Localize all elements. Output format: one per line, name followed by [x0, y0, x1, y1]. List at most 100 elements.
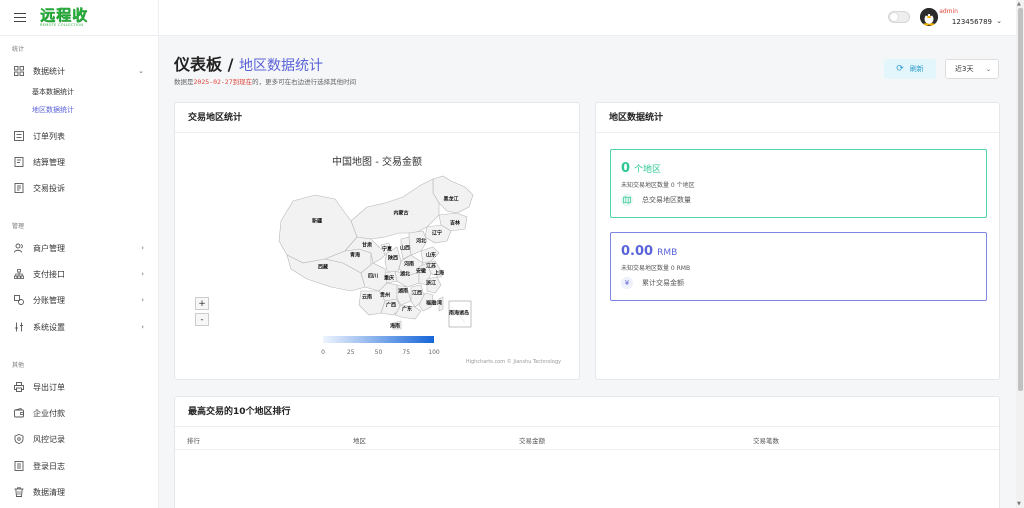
scroll-up-arrow-icon[interactable]: ▲	[1017, 1, 1021, 7]
split-icon	[14, 295, 24, 305]
sidebar-item-data-stats[interactable]: 数据统计 ⌄	[0, 62, 158, 80]
province-label: 台湾	[431, 300, 443, 307]
amount-total-footer: ¥ 累计交易金额	[621, 277, 684, 289]
scroll-thumb[interactable]	[1017, 8, 1023, 391]
desc-now: 到现在	[232, 78, 253, 86]
amount-total-value: 0.00 RMB	[621, 244, 677, 259]
region-count-unit: 个地区	[634, 165, 662, 175]
sidebar-sub-region-stats[interactable]: 地区数据统计	[32, 104, 74, 116]
top-header: admin 123456789 ⌄	[159, 0, 1016, 36]
logo-text: 远程收	[40, 5, 89, 24]
zoom-in-button[interactable]: +	[195, 297, 209, 310]
logo-subtitle: REMOTE COLLECTION	[40, 22, 84, 27]
sidebar-item-label: 数据统计	[33, 66, 65, 76]
users-icon	[14, 243, 24, 253]
theme-toggle[interactable]	[888, 11, 910, 23]
region-count-number: 0	[621, 161, 631, 176]
chevron-right-icon: ›	[141, 244, 144, 252]
avatar[interactable]	[920, 8, 938, 26]
column-region[interactable]: 地区	[353, 435, 366, 445]
refresh-button[interactable]: ⟳ 刷新	[884, 59, 936, 79]
province-label: 西藏	[317, 264, 329, 271]
region-count-box: 0 个地区 未知交易地区数量 0 个地区 总交易地区数量	[610, 149, 987, 218]
page-title: 仪表板 / 地区数据统计	[174, 51, 323, 75]
ranking-table-header: 排行 地区 交易金额 交易笔数	[175, 430, 999, 450]
legend-tick-label: 75	[402, 349, 411, 356]
province-label: 上海	[433, 270, 445, 277]
province-label: 青海	[349, 252, 361, 259]
page-scrollbar[interactable]: ▲ ▼	[1016, 0, 1024, 508]
ranking-card-title: 最高交易的10个地区排行	[175, 397, 999, 427]
list-icon	[14, 131, 24, 141]
menu-toggle-icon[interactable]	[14, 13, 26, 22]
sidebar-item-label: 交易投诉	[33, 183, 65, 193]
chevron-right-icon: ›	[141, 323, 144, 331]
sidebar-item-enterprise-pay[interactable]: 企业付款	[0, 404, 158, 422]
region-count-label: 总交易地区数量	[642, 196, 691, 204]
province-label: 山东	[425, 252, 437, 259]
printer-icon	[14, 382, 24, 392]
section-label-other: 其他	[12, 362, 25, 369]
user-id[interactable]: 123456789	[952, 18, 992, 26]
sidebar-item-merchants[interactable]: 商户管理 ›	[0, 239, 158, 257]
province-label: 宁夏	[381, 246, 393, 253]
province-label: 甘肃	[361, 242, 373, 249]
date-range-value: 近3天	[955, 65, 974, 73]
sidebar-item-settlement[interactable]: 结算管理	[0, 153, 158, 171]
chevron-down-icon: ⌄	[985, 65, 991, 73]
province-label: 辽宁	[431, 230, 443, 237]
amount-total-subtext: 未知交易地区数量 0 RMB	[621, 265, 691, 272]
sidebar-item-split[interactable]: 分账管理 ›	[0, 291, 158, 309]
section-label-stats: 统计	[12, 46, 25, 53]
province-label: 重庆	[383, 275, 395, 282]
amount-total-box: 0.00 RMB 未知交易地区数量 0 RMB ¥ 累计交易金额	[610, 232, 987, 301]
region-count-value: 0 个地区	[621, 161, 661, 176]
logo[interactable]: 远程收 REMOTE COLLECTION	[40, 5, 89, 28]
column-amount[interactable]: 交易金额	[519, 435, 545, 445]
sidebar-item-orders[interactable]: 订单列表	[0, 127, 158, 145]
region-count-subtext: 未知交易地区数量 0 个地区	[621, 182, 695, 189]
amount-total-number: 0.00	[621, 244, 654, 259]
log-icon	[14, 461, 24, 471]
sidebar-item-risk-control[interactable]: 风控记录	[0, 430, 158, 448]
file-text-icon	[14, 183, 24, 193]
sidebar-sub-basic-stats[interactable]: 基本数据统计	[32, 86, 74, 98]
ranking-card: 最高交易的10个地区排行 排行 地区 交易金额 交易笔数	[174, 396, 1000, 508]
chevron-right-icon: ›	[141, 270, 144, 278]
province-label: 云南	[361, 294, 373, 301]
page-title-main: 仪表板	[174, 55, 223, 74]
amount-total-unit: RMB	[657, 248, 678, 258]
chevron-down-icon: ⌄	[138, 67, 144, 75]
sidebar-item-system-settings[interactable]: 系统设置 ›	[0, 318, 158, 336]
date-range-select[interactable]: 近3天 ⌄	[945, 59, 999, 79]
region-count-footer: 总交易地区数量	[621, 194, 691, 206]
document-icon	[14, 157, 24, 167]
amount-total-label: 累计交易金额	[642, 279, 684, 287]
wallet-icon	[14, 408, 24, 418]
sidebar-item-export-orders[interactable]: 导出订单	[0, 378, 158, 396]
sidebar-item-login-log[interactable]: 登录日志	[0, 457, 158, 475]
sidebar-item-complaints[interactable]: 交易投诉	[0, 179, 158, 197]
map-icon	[621, 194, 633, 206]
refresh-label: 刷新	[909, 65, 924, 73]
column-rank[interactable]: 排行	[187, 435, 200, 445]
refresh-icon: ⟳	[896, 64, 904, 74]
sidebar-item-label: 企业付款	[33, 408, 65, 418]
stats-card-title: 地区数据统计	[596, 103, 999, 133]
chevron-down-icon[interactable]: ⌄	[996, 17, 1002, 25]
province-label: 江苏	[425, 263, 437, 270]
sidebar-item-payment-api[interactable]: 支付接口 ›	[0, 265, 158, 283]
scroll-down-arrow-icon[interactable]: ▼	[1017, 501, 1021, 507]
sidebar-item-data-cleanup[interactable]: 数据清理	[0, 483, 158, 501]
yuan-icon: ¥	[621, 277, 633, 289]
column-count[interactable]: 交易笔数	[753, 435, 779, 445]
province-label: 海南	[389, 323, 401, 330]
highcharts-credits[interactable]: Highcharts.com © Jianshu Technology	[466, 359, 561, 365]
zoom-out-button[interactable]: -	[195, 313, 209, 326]
province-label: 内蒙古	[393, 210, 409, 217]
map-card: 交易地区统计 中国地图 - 交易金额 黑龙江 吉林 辽宁 内蒙古 新疆 西藏 青…	[174, 102, 580, 380]
user-name[interactable]: admin	[939, 8, 958, 15]
desc-suffix: 的，更多可在右边进行选择其他时间	[252, 78, 357, 86]
province-label: 湖北	[399, 271, 411, 278]
color-scale-legend	[323, 336, 434, 343]
